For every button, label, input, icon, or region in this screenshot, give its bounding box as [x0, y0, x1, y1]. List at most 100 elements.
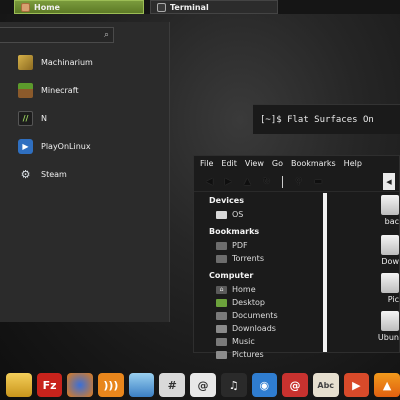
place-desktop[interactable]: Desktop — [194, 296, 327, 309]
headphones-icon[interactable]: ♫ — [220, 373, 247, 397]
menu-file[interactable]: File — [200, 159, 213, 172]
terminal-icon — [157, 2, 166, 12]
menu-item-minecraft[interactable]: Minecraft — [18, 76, 93, 104]
image-viewer-icon[interactable] — [128, 373, 155, 397]
menu-item-machinarium[interactable]: Machinarium — [18, 48, 93, 76]
place-os[interactable]: OS — [194, 208, 327, 221]
place-pdf[interactable]: PDF — [194, 239, 327, 252]
menu-go[interactable]: Go — [272, 159, 283, 172]
drive-icon[interactable]: ▬ — [314, 177, 323, 187]
file-item[interactable]: Ubun — [378, 311, 399, 342]
forward-arrow-icon[interactable]: ▶ — [225, 177, 232, 187]
network-icon[interactable]: ◉ — [251, 373, 278, 397]
up-arrow-icon[interactable]: ▲ — [244, 177, 251, 187]
folder-icon — [381, 235, 399, 255]
vlc-icon[interactable]: ▲ — [374, 373, 400, 397]
path-back-button[interactable]: ◀ — [383, 173, 395, 190]
menu-item-label: Steam — [41, 169, 67, 179]
menu-search-input[interactable]: ⌕ — [0, 27, 114, 43]
steam-icon: ⚙ — [20, 167, 31, 181]
playonlinux-icon: ▶ — [18, 138, 33, 154]
section-devices: Devices — [209, 196, 244, 205]
folder-icon[interactable] — [6, 373, 32, 397]
taskbar-terminal-button[interactable]: Terminal — [150, 0, 278, 14]
place-label: Desktop — [232, 298, 265, 307]
file-item[interactable]: Pic — [381, 273, 399, 304]
menu-item-steam[interactable]: ⚙ Steam — [18, 160, 93, 188]
taskbar-terminal-label: Terminal — [170, 2, 209, 12]
folder-home-icon — [21, 2, 30, 12]
place-pictures[interactable]: Pictures — [194, 348, 327, 361]
taskbar: Home Terminal — [0, 0, 400, 14]
text-editor-icon[interactable]: Abc — [312, 373, 339, 397]
app-list: Machinarium Minecraft // N ▶ PlayOnLinux… — [18, 48, 93, 188]
n-game-icon: // — [18, 110, 33, 126]
place-label: PDF — [232, 241, 248, 250]
terminal-prompt-text: [~]$ Flat Surfaces On — [260, 115, 374, 125]
amarok-icon[interactable]: @ — [190, 373, 216, 397]
place-label: Documents — [232, 311, 278, 320]
menu-item-label: Machinarium — [41, 57, 93, 67]
menu-item-playonlinux[interactable]: ▶ PlayOnLinux — [18, 132, 93, 160]
home-icon: ⌂ — [216, 285, 227, 294]
file-label: Pic — [387, 295, 399, 304]
place-home[interactable]: ⌂ Home — [194, 283, 327, 296]
reload-icon[interactable]: ↻ — [263, 177, 271, 187]
app-menu: ⌕ Machinarium Minecraft // N ▶ PlayOnLin… — [0, 22, 170, 322]
terminal-window[interactable]: [~]$ Flat Surfaces On — [253, 104, 400, 134]
pictures-icon — [216, 350, 227, 359]
menu-item-label: Minecraft — [41, 85, 79, 95]
file-label: Dow — [381, 257, 399, 266]
file-manager-menubar: File Edit View Go Bookmarks Help — [194, 156, 399, 172]
taskbar-home-label: Home — [34, 2, 60, 12]
file-item[interactable]: bac — [381, 195, 399, 226]
menu-help[interactable]: Help — [344, 159, 362, 172]
minecraft-icon — [18, 82, 33, 98]
menu-item-n[interactable]: // N — [18, 104, 93, 132]
folder-icon — [381, 273, 399, 293]
dock: Fz ))) # @ ♫ ◉ @ Abc ▶ ▲ — [0, 370, 400, 400]
machinarium-icon — [18, 54, 33, 70]
back-arrow-icon[interactable]: ◀ — [206, 177, 213, 187]
media-player-icon[interactable]: ▶ — [343, 373, 370, 397]
folder-icon — [216, 254, 227, 263]
music-icon — [216, 337, 227, 346]
section-computer: Computer — [209, 271, 254, 280]
search-icon[interactable]: ⚲ — [295, 177, 302, 187]
place-downloads[interactable]: Downloads — [194, 322, 327, 335]
menu-edit[interactable]: Edit — [221, 159, 237, 172]
menu-view[interactable]: View — [245, 159, 264, 172]
section-bookmarks: Bookmarks — [209, 227, 260, 236]
file-manager-window: File Edit View Go Bookmarks Help ◀ ▶ ▲ ↻… — [193, 155, 400, 359]
folder-icon — [381, 195, 399, 215]
documents-icon — [216, 311, 227, 320]
menu-item-label: N — [41, 113, 47, 123]
menu-item-label: PlayOnLinux — [41, 141, 91, 151]
folder-icon — [381, 311, 399, 331]
rss-icon[interactable]: ))) — [98, 373, 124, 397]
place-music[interactable]: Music — [194, 335, 327, 348]
file-manager-toolbar: ◀ ▶ ▲ ↻ ⚲ ▬ — [194, 172, 399, 192]
place-label: Home — [232, 285, 256, 294]
calculator-icon[interactable]: # — [159, 373, 186, 397]
downloads-icon — [216, 324, 227, 333]
firefox-icon[interactable] — [67, 373, 94, 397]
place-documents[interactable]: Documents — [194, 309, 327, 322]
mail-icon[interactable]: @ — [282, 373, 308, 397]
places-sidebar: Devices OS Bookmarks PDF Torrents Comput… — [194, 193, 327, 359]
place-label: Music — [232, 337, 255, 346]
place-label: Torrents — [232, 254, 264, 263]
file-view: bac Dow Pic Ubun — [334, 193, 399, 352]
desktop-icon — [216, 298, 227, 307]
sidebar-scrollbar[interactable] — [323, 193, 327, 352]
menu-bookmarks[interactable]: Bookmarks — [291, 159, 336, 172]
filezilla-icon[interactable]: Fz — [36, 373, 63, 397]
search-icon[interactable]: ⌕ — [104, 30, 109, 40]
taskbar-home-button[interactable]: Home — [14, 0, 144, 14]
place-label: Pictures — [232, 350, 264, 359]
file-label: Ubun — [377, 333, 399, 342]
toolbar-divider — [282, 175, 284, 188]
file-item[interactable]: Dow — [381, 235, 399, 266]
drive-icon — [216, 210, 227, 219]
place-torrents[interactable]: Torrents — [194, 252, 327, 265]
